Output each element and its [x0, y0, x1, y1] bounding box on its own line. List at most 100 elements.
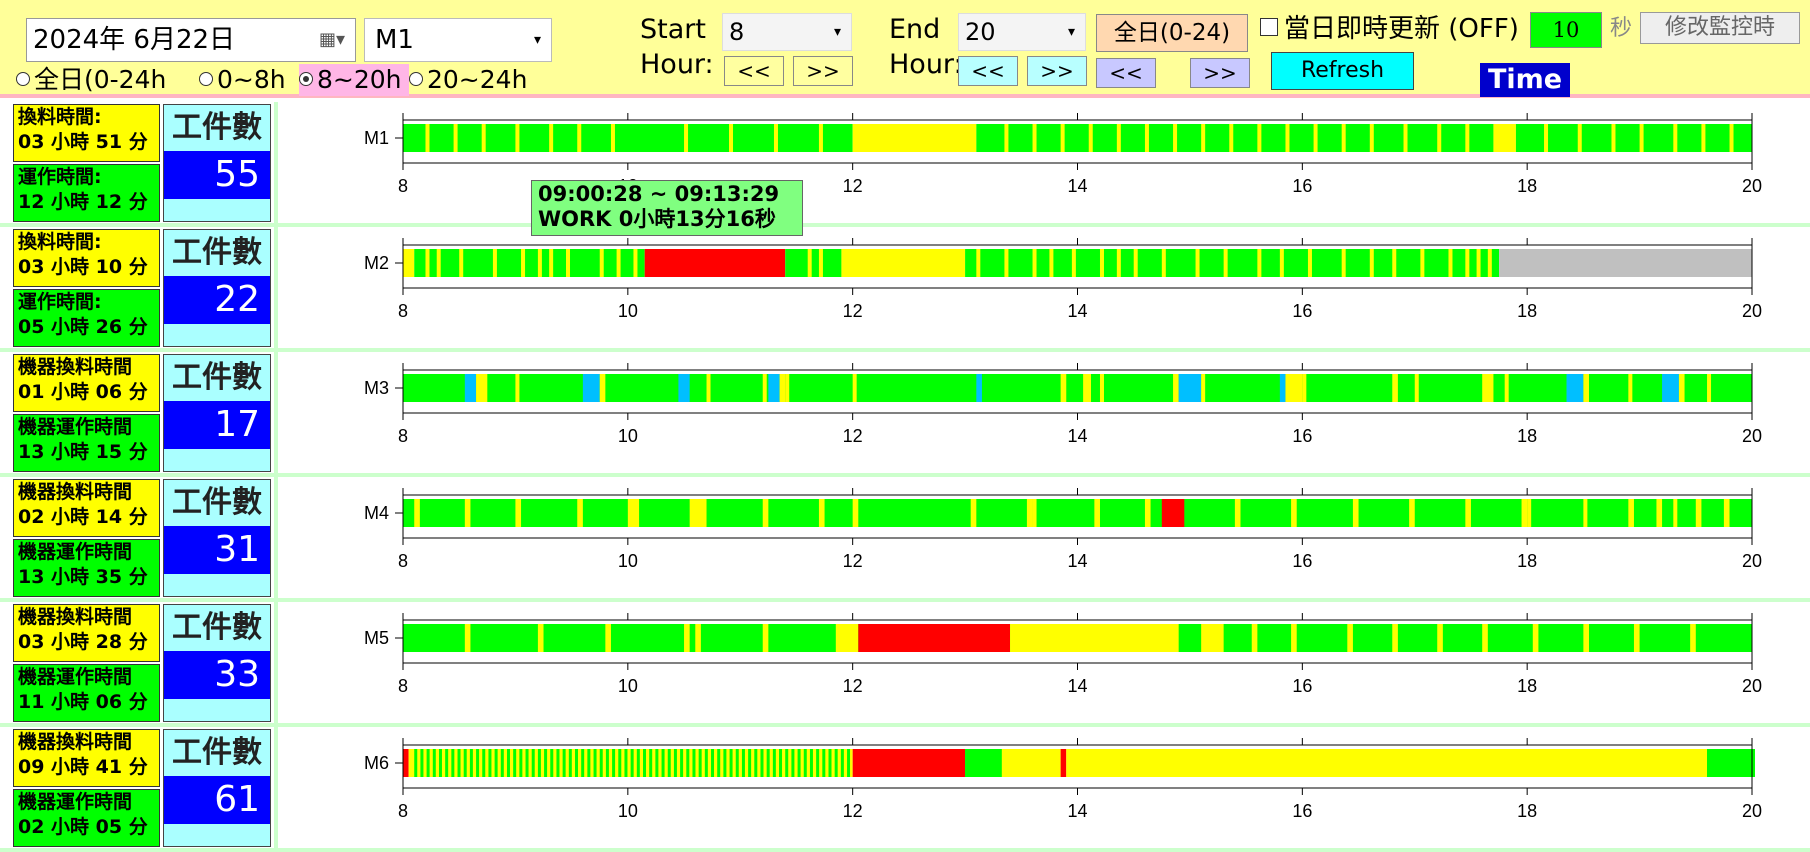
segment-work: [612, 749, 616, 777]
segment-work: [1725, 749, 1729, 777]
segment-change: [970, 499, 977, 527]
segment-work: [686, 749, 690, 777]
segment-change: [1257, 249, 1262, 277]
modify-monitor-button[interactable]: 修改監控時: [1640, 12, 1800, 44]
segment-change: [1128, 624, 1133, 652]
refresh-button[interactable]: Refresh: [1271, 52, 1414, 90]
segment-change: [1482, 374, 1494, 402]
checkbox-icon[interactable]: [1260, 17, 1278, 36]
segment-work: [531, 749, 535, 777]
x-tick-label: 14: [1067, 301, 1087, 321]
radio-0-8h[interactable]: 0~8h: [199, 64, 299, 96]
segment-change: [577, 499, 583, 527]
end-prev-button[interactable]: <<: [958, 56, 1018, 86]
x-tick-label: 16: [1292, 551, 1312, 571]
segment-change: [1144, 499, 1151, 527]
radio-20-24h[interactable]: 20~24h: [409, 64, 549, 96]
machine-value: M1: [375, 25, 414, 55]
segment-change: [1291, 499, 1297, 527]
segment-change: [1633, 624, 1640, 652]
segment-work: [785, 749, 789, 777]
segment-change: [521, 249, 526, 277]
segment-change: [835, 624, 859, 652]
segment-change: [1465, 499, 1471, 527]
shift-prev-button[interactable]: <<: [1096, 58, 1156, 88]
segment-change: [1695, 499, 1702, 527]
segment-change: [1532, 624, 1539, 652]
segment-work: [420, 749, 424, 777]
segment-work: [519, 749, 523, 777]
x-tick-label: 16: [1292, 176, 1312, 196]
machine-row-m1: 換料時間:03 小時 51 分運作時間:12 小時 12 分工件數55M1810…: [0, 102, 1810, 227]
segment-change: [1392, 374, 1398, 402]
segment-change: [549, 124, 554, 152]
x-tick-label: 10: [618, 801, 638, 821]
segment-change: [403, 249, 415, 277]
end-hour-select[interactable]: 20 ▾: [958, 13, 1086, 51]
radio-dot-icon: [16, 72, 30, 86]
start-hour-value: 8: [729, 18, 745, 46]
segment-change: [1403, 124, 1408, 152]
segment-work: [1747, 749, 1751, 777]
segment-change: [1701, 124, 1706, 152]
machine-axis-label: M4: [364, 503, 389, 523]
segment-change: [1251, 624, 1258, 652]
start-prev-button[interactable]: <<: [724, 56, 784, 86]
segment-change: [1639, 124, 1644, 152]
start-next-button[interactable]: >>: [793, 56, 853, 86]
x-tick-label: 16: [1292, 426, 1312, 446]
radio-label: 20~24h: [427, 65, 528, 94]
segment-other: [1178, 374, 1202, 402]
segment-change: [1678, 374, 1685, 402]
segment-change: [1071, 249, 1076, 277]
segment-work: [581, 749, 585, 777]
radio-8-20h[interactable]: 8~20h: [299, 64, 409, 96]
segment-idle: [1499, 249, 1752, 277]
segment-change: [1099, 374, 1104, 402]
segment-work: [1707, 749, 1711, 777]
segment-change: [852, 124, 977, 152]
x-tick-label: 8: [398, 176, 408, 196]
segment-change: [599, 374, 606, 402]
start-hour-select[interactable]: 8 ▾: [722, 13, 852, 51]
segment-work: [998, 749, 1002, 777]
segment-work: [488, 749, 492, 777]
machine-row-m3: 機器換料時間 01 小時 06 分機器運作時間 13 小時 15 分工件數 17 M3 8…: [0, 352, 1810, 477]
radio-allday[interactable]: 全日(0-24h: [16, 64, 199, 96]
segment-change: [1060, 374, 1067, 402]
segment-change: [729, 124, 734, 152]
segment-change: [1392, 249, 1397, 277]
auto-update-checkbox[interactable]: 當日即時更新 (OFF): [1260, 12, 1519, 46]
x-tick-label: 18: [1517, 551, 1537, 571]
segment-change: [1201, 124, 1206, 152]
x-tick-label: 18: [1517, 801, 1537, 821]
segment-work: [649, 749, 653, 777]
shift-next-button[interactable]: >>: [1190, 58, 1250, 88]
x-tick-label: 20: [1742, 551, 1762, 571]
segment-work: [779, 749, 783, 777]
date-picker[interactable]: 2024年 6月22日 ▦▾: [26, 18, 356, 62]
segment-work: [1743, 749, 1747, 777]
interval-input[interactable]: 10: [1530, 12, 1602, 48]
x-tick-label: 8: [398, 426, 408, 446]
machine-row-m6: 機器換料時間 09 小時 41 分機器運作時間 02 小時 05 分工件數 61 M6 8…: [0, 727, 1810, 852]
segment-change: [1173, 124, 1178, 152]
segment-alarm: [858, 624, 1011, 652]
segment-change: [976, 249, 981, 277]
x-tick-label: 10: [618, 301, 638, 321]
segment-alarm: [403, 749, 409, 777]
segment-alarm: [852, 749, 966, 777]
all-day-button[interactable]: 全日(0-24): [1096, 14, 1248, 52]
machine-select[interactable]: M1 ▾: [364, 18, 552, 62]
segment-work: [748, 749, 752, 777]
calendar-icon[interactable]: ▦▾: [319, 19, 345, 61]
segment-work: [525, 749, 529, 777]
segment-work: [537, 749, 541, 777]
segment-change: [610, 124, 615, 152]
segment-work: [562, 749, 566, 777]
segment-work: [828, 749, 832, 777]
segment-change: [1527, 499, 1532, 527]
segment-change: [818, 499, 825, 527]
segment-change: [762, 499, 769, 527]
end-next-button[interactable]: >>: [1027, 56, 1087, 86]
